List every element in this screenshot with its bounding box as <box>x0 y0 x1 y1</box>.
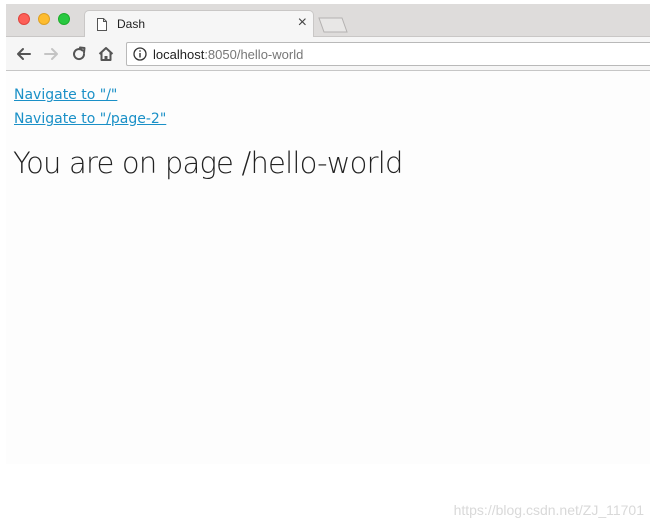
close-tab-icon[interactable]: × <box>298 14 307 32</box>
close-window-button[interactable] <box>18 13 30 25</box>
url-text: localhost:8050/hello-world <box>153 47 303 62</box>
minimize-window-button[interactable] <box>38 13 50 25</box>
browser-window: Dash × localhost:8050/hello-world Naviga… <box>6 4 650 464</box>
tab-title: Dash <box>117 17 146 31</box>
home-icon[interactable] <box>97 45 115 63</box>
url-host: localhost <box>153 47 205 62</box>
navigate-page-2-link[interactable]: Navigate to "/page-2" <box>14 111 166 127</box>
zoom-window-button[interactable] <box>58 13 70 25</box>
address-bar[interactable]: localhost:8050/hello-world <box>126 42 650 66</box>
toolbar: localhost:8050/hello-world <box>6 37 650 71</box>
new-tab-button[interactable] <box>318 17 348 33</box>
title-bar: Dash × <box>6 4 650 38</box>
document-icon <box>97 18 107 31</box>
reload-icon[interactable] <box>70 45 88 63</box>
watermark: https://blog.csdn.net/ZJ_11701 <box>453 502 644 518</box>
url-path: :8050/hello-world <box>204 47 304 62</box>
tab-dash[interactable]: Dash × <box>84 10 314 38</box>
arrow-left-icon[interactable] <box>15 45 33 63</box>
info-icon[interactable] <box>133 47 147 61</box>
arrow-right-icon[interactable] <box>42 45 60 63</box>
navigate-root-link[interactable]: Navigate to "/" <box>14 87 117 103</box>
page-heading: You are on page /hello-world <box>13 146 403 180</box>
page-content: Navigate to "/" Navigate to "/page-2" Yo… <box>6 72 650 464</box>
